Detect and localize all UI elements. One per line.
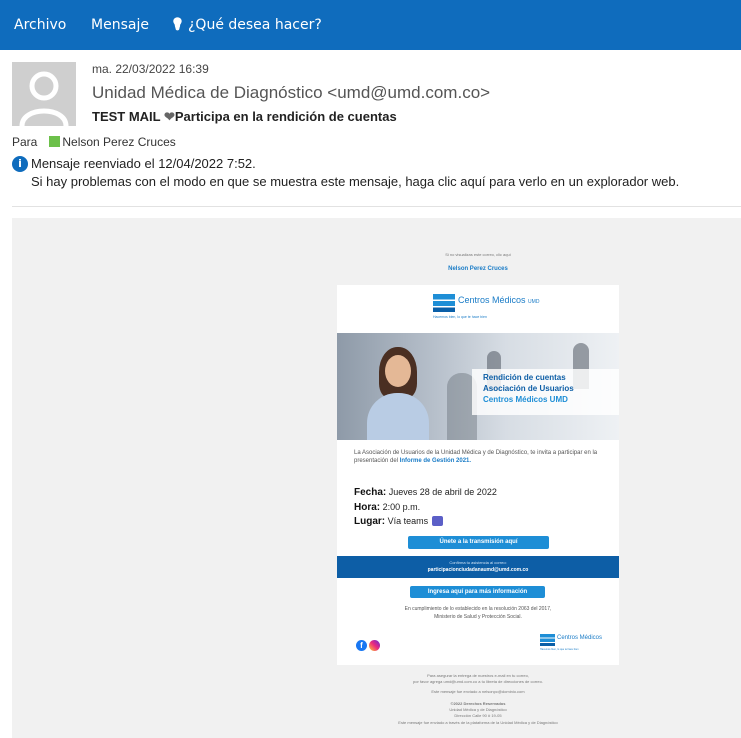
info-icon: i	[12, 156, 28, 172]
display-issue-link[interactable]: Si hay problemas con el modo en que se m…	[31, 174, 679, 189]
menu-mensaje[interactable]: Mensaje	[91, 17, 149, 33]
header-divider	[12, 206, 741, 207]
hero-banner: Rendición de cuentas Asociación de Usuar…	[337, 333, 619, 440]
footer-text-2: por favor agrega umd@umd.com.co a tu lib…	[413, 679, 543, 684]
presence-icon	[49, 136, 61, 147]
footer-text-7: Este mensaje fue enviado a través de la …	[398, 720, 558, 725]
greeting-name: Nelson Perez Cruces	[448, 266, 508, 272]
building-icon	[540, 634, 555, 646]
building-icon	[433, 294, 455, 312]
ribbon-bar: Archivo Mensaje 💡 ¿Qué desea hacer?	[0, 0, 741, 50]
footer-text-6: Dirección Calle 90 # 19-05	[454, 713, 502, 718]
footer-logo: Centros Médicos Hacemos bien, lo que te …	[540, 634, 603, 651]
avatar	[12, 62, 76, 126]
instagram-icon[interactable]	[369, 640, 380, 651]
more-info-button[interactable]: Ingresa aquí para más información	[410, 586, 545, 598]
footer-text-3: Este mensaje fue enviado a nelsonpc@domi…	[431, 689, 525, 694]
footer-text-4: ©2022 Derechos Reservados	[450, 701, 506, 706]
confirm-email-link[interactable]: participacionciudadanaumd@umd.com.co	[337, 567, 619, 573]
heart-icon: ❤	[163, 109, 175, 124]
message-subject: TEST MAIL ❤Participa en la rendición de …	[92, 109, 397, 124]
intro-text: La Asociación de Usuarios de la Unidad M…	[354, 450, 598, 464]
recipient-line: Para Nelson Perez Cruces	[12, 135, 176, 149]
fecha-row: Fecha: Jueves 28 de abril de 2022	[354, 487, 497, 498]
umd-logo: Centros Médicos UMD Hacemos bien, lo que…	[433, 294, 540, 319]
teams-icon	[432, 516, 444, 526]
menu-archivo[interactable]: Archivo	[14, 17, 66, 33]
sender[interactable]: Unidad Médica de Diagnóstico <umd@umd.co…	[92, 83, 490, 103]
footer-text-1: Para asegurar la entrega de nuestros e-m…	[427, 673, 529, 678]
recipient-name[interactable]: Nelson Perez Cruces	[62, 135, 175, 149]
footer-text-5: Unidad Médica y de Diagnóstico	[449, 707, 507, 712]
message-date: ma. 22/03/2022 16:39	[92, 62, 209, 76]
lightbulb-icon: 💡	[170, 17, 185, 31]
hora-row: Hora: 2:00 p.m.	[354, 502, 421, 513]
social-links: f	[356, 637, 384, 655]
view-online-note[interactable]: Si no visualizas este correo, clic aquí	[337, 252, 619, 257]
facebook-icon[interactable]: f	[356, 640, 367, 651]
lugar-row: Lugar: Vía teams	[354, 516, 444, 527]
woman-photo	[367, 345, 429, 440]
join-stream-button[interactable]: Únete a la transmisión aquí	[408, 536, 549, 549]
forwarded-notice: Mensaje reenviado el 12/04/2022 7:52.	[31, 156, 256, 171]
confirm-strip: Confirma tu asistencia al correo: partic…	[337, 556, 619, 578]
compliance-text: En cumplimiento de lo establecido en la …	[404, 606, 552, 620]
tell-me-search[interactable]: ¿Qué desea hacer?	[188, 17, 322, 33]
